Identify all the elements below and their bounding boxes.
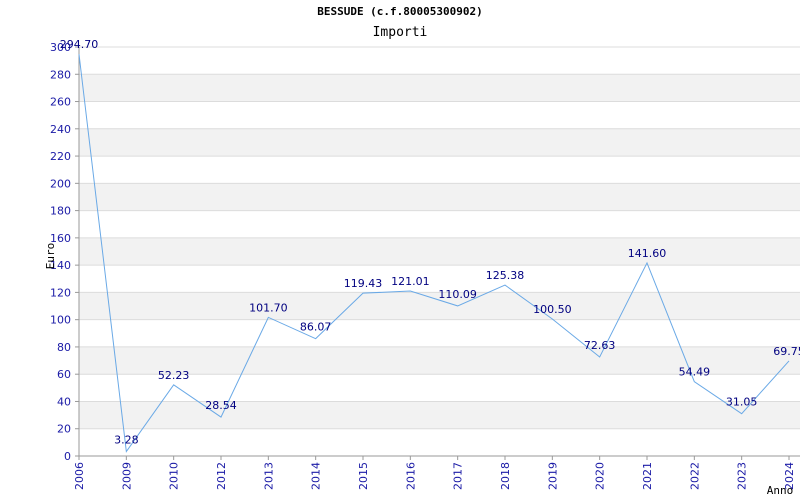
y-axis-label: Euro [44, 243, 57, 270]
y-tick-label: 240 [50, 123, 71, 136]
data-label: 28.54 [205, 399, 237, 412]
grid-band [79, 401, 800, 429]
x-tick-label: 2020 [594, 462, 607, 490]
grid-band [79, 237, 800, 266]
y-tick-label: 180 [50, 205, 71, 218]
data-label: 101.70 [249, 301, 288, 314]
y-tick-label: 280 [50, 68, 71, 81]
x-tick-label: 2010 [168, 462, 181, 490]
y-tick-label: 200 [50, 177, 71, 190]
x-tick-label: 2022 [688, 462, 701, 490]
data-label: 52.23 [158, 369, 190, 382]
data-label: 54.49 [679, 366, 711, 379]
y-tick-label: 100 [50, 314, 71, 327]
x-tick-labels: 2006 2009 2010 2012 2013 2014 2015 2016 2017 2018… [73, 456, 796, 490]
x-tick-label: 2006 [73, 462, 86, 490]
y-tick-label: 60 [57, 368, 71, 381]
y-tick-label: 120 [50, 286, 71, 299]
x-tick-label: 2012 [215, 462, 228, 490]
x-tick-label: 2019 [546, 462, 559, 490]
y-tick-label: 80 [57, 341, 71, 354]
x-axis-label: Anno [767, 484, 794, 497]
x-tick-label: 2013 [262, 462, 275, 490]
data-label: 69.75 [773, 345, 800, 358]
data-label: 294.70 [60, 38, 99, 51]
line-chart: 0204060801001201401601802002202402602803… [44, 38, 800, 497]
x-tick-label: 2015 [357, 462, 370, 490]
y-tick-label: 220 [50, 150, 71, 163]
y-tick-label: 20 [57, 423, 71, 436]
data-label: 121.01 [391, 275, 430, 288]
data-label: 86.07 [300, 321, 332, 334]
grid-band [79, 128, 800, 157]
data-label: 72.63 [584, 339, 616, 352]
x-tick-label: 2021 [641, 462, 654, 490]
x-tick-label: 2018 [499, 462, 512, 490]
data-label: 31.05 [726, 396, 758, 409]
data-label: 141.60 [628, 247, 667, 260]
x-tick-label: 2017 [452, 462, 465, 490]
y-tick-label: 260 [50, 96, 71, 109]
grid-band [79, 74, 800, 102]
data-label: 3.28 [114, 434, 139, 447]
data-label: 125.38 [486, 269, 525, 282]
data-label: 110.09 [438, 288, 477, 301]
x-tick-label: 2009 [120, 462, 133, 490]
data-label: 100.50 [533, 303, 572, 316]
grid-band [79, 183, 800, 211]
data-label: 119.43 [344, 277, 383, 290]
y-tick-label: 40 [57, 395, 71, 408]
x-tick-label: 2014 [310, 462, 323, 490]
y-tick-label: 0 [64, 450, 71, 463]
x-tick-label: 2023 [736, 462, 749, 490]
x-tick-label: 2016 [404, 462, 417, 490]
